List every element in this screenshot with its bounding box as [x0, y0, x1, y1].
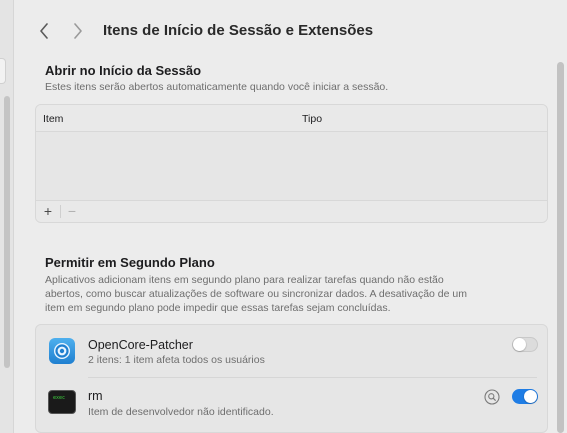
sidebar-edge [0, 0, 14, 433]
forward-button[interactable] [68, 20, 88, 42]
back-button[interactable] [34, 20, 54, 42]
table-footer: + − [36, 200, 547, 222]
app-subtitle: Item de desenvolvedor não identificado. [88, 406, 274, 418]
toolbar: Itens de Início de Sessão e Extensões [14, 0, 567, 60]
chevron-left-icon [40, 23, 48, 39]
background-items-list: OpenCore-Patcher 2 itens: 1 item afeta t… [35, 324, 548, 433]
login-items-title: Abrir no Início da Sessão [45, 63, 202, 78]
toggle-knob [524, 390, 537, 403]
table-header: Item Tipo [36, 105, 547, 132]
login-items-table: Item Tipo + − [35, 104, 548, 223]
magnifier-icon [484, 389, 500, 405]
sidebar-search-field-edge[interactable] [0, 58, 6, 84]
rm-toggle[interactable] [512, 389, 538, 404]
column-header-type[interactable]: Tipo [302, 113, 322, 125]
page-title: Itens de Início de Sessão e Extensões [103, 22, 374, 39]
list-item: OpenCore-Patcher 2 itens: 1 item afeta t… [36, 325, 547, 378]
opencore-patcher-toggle[interactable] [512, 337, 538, 352]
app-name: rm [88, 389, 103, 403]
terminal-icon-text: exec [53, 395, 66, 401]
toggle-knob [513, 338, 526, 351]
terminal-exec-icon: exec [48, 390, 76, 414]
background-section-title: Permitir em Segundo Plano [45, 255, 215, 270]
app-subtitle: 2 itens: 1 item afeta todos os usuários [88, 354, 265, 366]
app-name: OpenCore-Patcher [88, 338, 193, 352]
background-description-line-2: abertos, como buscar atualizações de sof… [45, 288, 467, 300]
settings-pane: Itens de Início de Sessão e Extensões Ab… [14, 0, 567, 433]
background-description-line-1: Aplicativos adicionam itens em segundo p… [45, 274, 444, 286]
chevron-right-icon [74, 23, 82, 39]
background-description-line-3: item em segundo plano pode impedir que e… [45, 302, 391, 314]
show-in-finder-button[interactable] [484, 389, 500, 405]
content-scrollbar[interactable] [557, 62, 564, 433]
list-item: exec rm Item de desenvolvedor não identi… [36, 378, 547, 430]
toolbar-divider [60, 205, 61, 218]
opencore-patcher-app-icon [49, 338, 75, 364]
column-header-item[interactable]: Item [43, 113, 63, 125]
login-items-description: Estes itens serão abertos automaticament… [45, 81, 389, 93]
sidebar-scrollbar[interactable] [4, 96, 10, 368]
add-item-button[interactable]: + [38, 203, 58, 220]
remove-item-button[interactable]: − [62, 203, 82, 220]
